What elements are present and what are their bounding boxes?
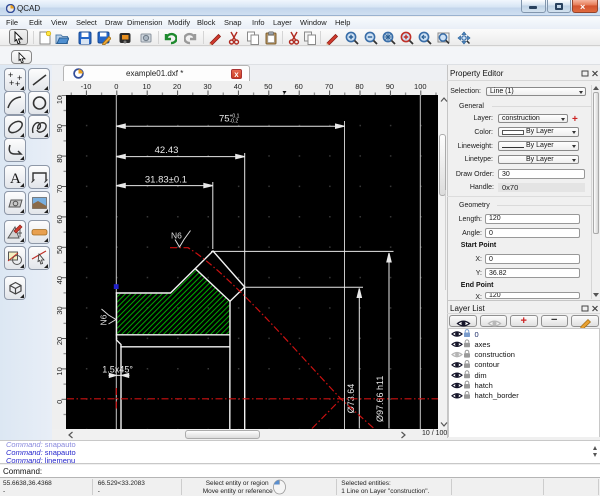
svg-text:1.5x45°: 1.5x45° [102,365,133,375]
svg-text:50: 50 [264,82,272,91]
svg-text:0: 0 [114,82,118,91]
svg-text:N6: N6 [99,314,109,325]
svg-text:20: 20 [55,337,64,345]
svg-text:70: 70 [325,82,333,91]
svg-text:60: 60 [295,82,303,91]
svg-text:10: 10 [143,82,151,91]
svg-text:-10: -10 [81,82,92,91]
svg-text:20: 20 [173,82,181,91]
svg-text:40: 40 [234,82,242,91]
svg-text:100: 100 [414,82,427,91]
svg-text:90: 90 [386,82,394,91]
svg-text:N6: N6 [171,231,182,241]
svg-text:+: + [9,78,14,88]
svg-text:60: 60 [55,215,64,223]
svg-text:70: 70 [55,185,64,193]
svg-text:10: 10 [55,367,64,375]
svg-text:80: 80 [355,82,363,91]
svg-text:31.83±0.1: 31.83±0.1 [145,175,187,186]
svg-text:50: 50 [55,246,64,254]
svg-text:75: 75 [219,114,230,125]
svg-text:0: 0 [55,400,64,404]
svg-text:100: 100 [55,95,64,104]
svg-text:-0.2: -0.2 [230,119,239,125]
svg-text:30: 30 [55,306,64,314]
svg-text:42.43: 42.43 [155,145,179,156]
svg-text:80: 80 [55,154,64,162]
svg-text:30: 30 [203,82,211,91]
svg-text:40: 40 [55,276,64,284]
svg-text:90: 90 [55,124,64,132]
